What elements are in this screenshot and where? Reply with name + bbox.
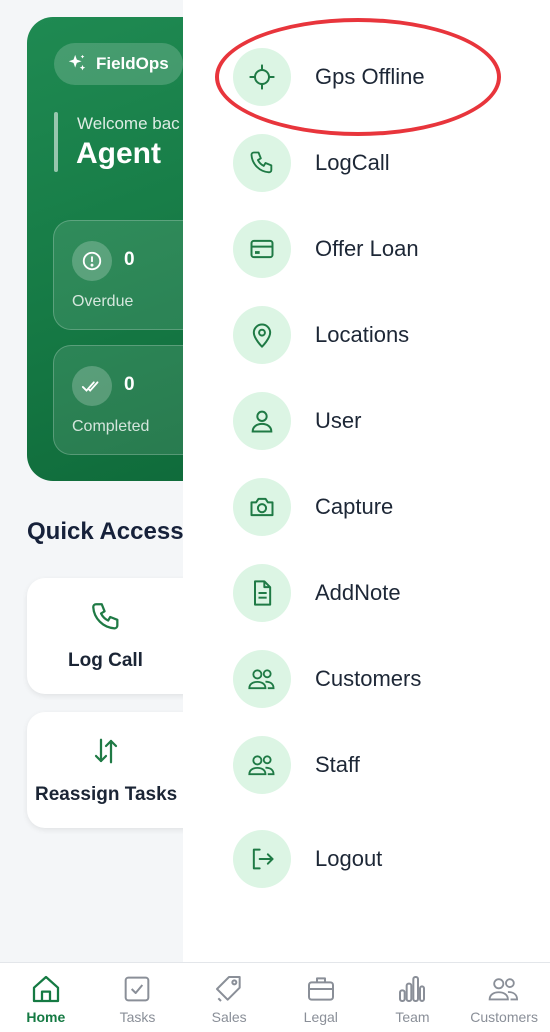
nav-label: Home [26, 1009, 66, 1025]
drawer-item-addnote[interactable]: AddNote [233, 564, 533, 622]
drawer-item-label: Customers [315, 666, 422, 691]
drawer-item-offer-loan[interactable]: Offer Loan [233, 220, 533, 278]
users-icon [233, 650, 291, 708]
phone-icon [89, 600, 123, 634]
nav-home[interactable]: Home [1, 963, 91, 1032]
nav-label: Tasks [119, 1009, 156, 1025]
nav-customers[interactable]: Customers [459, 963, 549, 1032]
users-icon [487, 973, 521, 1005]
drawer-item-label: Capture [315, 494, 394, 519]
nav-sales[interactable]: Sales [184, 963, 274, 1032]
drawer-item-label: Gps Offline [315, 64, 425, 89]
drawer-item-user[interactable]: User [233, 392, 533, 450]
agent-name: Agent [76, 137, 161, 170]
overdue-label: Overdue [72, 293, 134, 310]
sparkle-icon [66, 53, 88, 75]
welcome-accent-bar [54, 112, 58, 172]
nav-team[interactable]: Team [367, 963, 457, 1032]
drawer-item-label: Logout [315, 846, 383, 871]
nav-label: Legal [303, 1009, 338, 1025]
welcome-text: Welcome bac [77, 114, 180, 133]
nav-label: Team [395, 1009, 430, 1025]
users-icon [233, 736, 291, 794]
nav-label: Customers [470, 1009, 538, 1025]
completed-label: Completed [72, 418, 150, 435]
drawer-item-locations[interactable]: Locations [233, 306, 533, 364]
checkbox-icon [121, 973, 153, 1005]
alert-circle-icon [72, 241, 112, 281]
drawer-item-gps-offline[interactable]: Gps Offline [233, 48, 533, 106]
crosshair-icon [233, 48, 291, 106]
drawer-item-label: Locations [315, 322, 410, 347]
drawer-item-logcall[interactable]: LogCall [233, 134, 533, 192]
drawer-item-capture[interactable]: Capture [233, 478, 533, 536]
completed-count: 0 [124, 374, 135, 395]
drawer-item-label: AddNote [315, 580, 401, 605]
quick-reassign-tasks-label: Reassign Tasks [35, 784, 178, 805]
phone-icon [233, 134, 291, 192]
brand-pill: FieldOps [54, 43, 183, 85]
double-check-icon [72, 366, 112, 406]
bar-chart-icon [396, 973, 428, 1005]
tag-icon [213, 973, 245, 1005]
nav-tasks[interactable]: Tasks [92, 963, 182, 1032]
note-icon [233, 564, 291, 622]
home-icon [30, 973, 62, 1005]
user-icon [233, 392, 291, 450]
drawer-item-label: Staff [315, 752, 360, 777]
swap-vertical-icon [89, 736, 123, 766]
drawer-item-logout[interactable]: Logout [233, 830, 533, 888]
drawer-item-label: User [315, 408, 362, 433]
map-pin-icon [233, 306, 291, 364]
briefcase-icon [305, 973, 337, 1005]
bottom-navigation: Home Tasks Sales Legal Team Customers [0, 962, 550, 1032]
drawer-item-staff[interactable]: Staff [233, 736, 533, 794]
camera-icon [233, 478, 291, 536]
logout-icon [233, 830, 291, 888]
nav-label: Sales [211, 1009, 247, 1025]
navigation-drawer: Gps Offline LogCall Offer Loan Locations [183, 0, 550, 962]
drawer-item-label: LogCall [315, 150, 390, 175]
drawer-item-label: Offer Loan [315, 236, 419, 261]
quick-log-call-label: Log Call [68, 650, 143, 671]
nav-legal[interactable]: Legal [276, 963, 366, 1032]
drawer-item-customers[interactable]: Customers [233, 650, 533, 708]
overdue-count: 0 [124, 249, 135, 270]
quick-access-title: Quick Access [27, 518, 184, 545]
brand-name: FieldOps [96, 54, 169, 73]
credit-card-icon [233, 220, 291, 278]
